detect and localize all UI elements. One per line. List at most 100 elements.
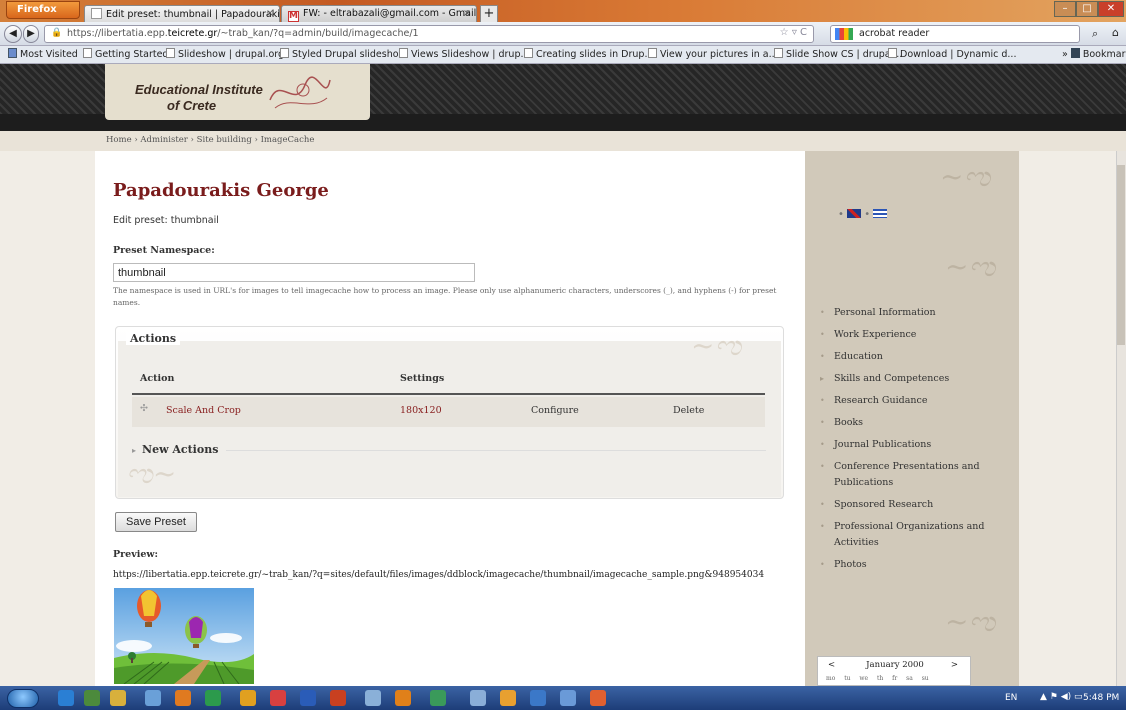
app-icon[interactable] bbox=[530, 690, 546, 706]
bookmark-item[interactable]: Download | Dynamic d... bbox=[888, 48, 1016, 60]
app-icon[interactable] bbox=[84, 690, 100, 706]
delete-link[interactable]: Delete bbox=[673, 405, 704, 416]
app-icon[interactable] bbox=[590, 690, 606, 706]
bookmark-item[interactable]: Most Visited bbox=[8, 48, 78, 60]
ie-icon[interactable] bbox=[58, 690, 74, 706]
bookmarks-menu[interactable]: » Bookmark bbox=[1062, 48, 1126, 60]
app-icon[interactable] bbox=[205, 690, 221, 706]
sidebar-item-photos[interactable]: • Photos bbox=[820, 557, 1010, 573]
gmail-icon: M bbox=[288, 11, 299, 22]
clock[interactable]: 5:48 PM bbox=[1083, 693, 1119, 703]
search-text: acrobat reader bbox=[859, 28, 930, 39]
app-icon[interactable] bbox=[145, 690, 161, 706]
word-icon[interactable] bbox=[300, 690, 316, 706]
app-icon[interactable] bbox=[365, 690, 381, 706]
page-icon bbox=[399, 48, 408, 58]
namespace-input[interactable] bbox=[113, 263, 475, 282]
bullet-icon: • bbox=[820, 308, 825, 317]
minimize-button[interactable]: – bbox=[1054, 1, 1076, 17]
bullet-icon: • bbox=[820, 396, 825, 405]
app-icon[interactable] bbox=[110, 690, 126, 706]
bookmark-item[interactable]: Creating slides in Drup... bbox=[524, 48, 654, 60]
app-icon[interactable] bbox=[430, 690, 446, 706]
calendar-next-button[interactable]: > bbox=[951, 660, 958, 670]
right-margin bbox=[1019, 151, 1126, 686]
separator-dot: • bbox=[861, 209, 874, 220]
bullet-icon: • bbox=[820, 440, 825, 449]
tab-gmail[interactable]: M FW: - eltrabazali@gmail.com - Gmail × bbox=[281, 5, 477, 22]
bookmark-item[interactable]: Views Slideshow | drup... bbox=[399, 48, 530, 60]
bookmark-item[interactable]: Slideshow | drupal.org bbox=[166, 48, 284, 60]
start-button[interactable] bbox=[7, 689, 39, 708]
maximize-button[interactable]: □ bbox=[1076, 1, 1098, 17]
language-indicator[interactable]: EN bbox=[1005, 693, 1017, 703]
firefox-menu-button[interactable]: Firefox bbox=[6, 1, 80, 19]
chevron-icon: » bbox=[1062, 49, 1071, 60]
header-action: Action bbox=[140, 373, 175, 384]
close-window-button[interactable]: ✕ bbox=[1098, 1, 1124, 17]
configure-link[interactable]: Configure bbox=[531, 405, 579, 416]
english-flag-icon[interactable] bbox=[847, 209, 862, 218]
page-icon bbox=[888, 48, 897, 58]
action-settings-link[interactable]: 180x120 bbox=[400, 405, 442, 416]
page-icon bbox=[83, 48, 92, 58]
sidebar-item-books[interactable]: • Books bbox=[820, 415, 1010, 431]
bookmark-item[interactable]: Styled Drupal slidesho... bbox=[280, 48, 407, 60]
save-preset-button[interactable]: Save Preset bbox=[115, 512, 197, 532]
app-icon[interactable] bbox=[240, 690, 256, 706]
site-logo[interactable]: Educational Institute of Crete bbox=[105, 64, 370, 120]
firefox-icon[interactable] bbox=[175, 690, 191, 706]
close-tab-icon[interactable]: × bbox=[266, 8, 274, 19]
close-tab-icon[interactable]: × bbox=[463, 8, 471, 19]
bookmark-star-icon[interactable]: ☆ ▿ C bbox=[780, 27, 807, 38]
bullet-icon: • bbox=[820, 352, 825, 361]
sidebar-item-sponsored-research[interactable]: • Sponsored Research bbox=[820, 497, 1010, 513]
breadcrumb[interactable]: Home › Administer › Site building › Imag… bbox=[106, 135, 314, 145]
bookmark-item[interactable]: View your pictures in a... bbox=[648, 48, 778, 60]
page-icon bbox=[774, 48, 783, 58]
sidebar-item-research-guidance[interactable]: • Research Guidance bbox=[820, 393, 1010, 409]
new-actions-toggle[interactable]: ▸ New Actions bbox=[132, 443, 218, 456]
page-title: Papadourakis George bbox=[113, 180, 329, 201]
search-icon[interactable]: ⌕ bbox=[1092, 27, 1098, 41]
site-header: Educational Institute of Crete bbox=[0, 64, 1126, 131]
sidebar-item-work-experience[interactable]: • Work Experience bbox=[820, 327, 1010, 343]
actions-table-header: Action Settings bbox=[132, 363, 765, 395]
scrollbar-thumb[interactable] bbox=[1117, 165, 1125, 345]
namespace-help-text: The namespace is used in URL's for image… bbox=[113, 286, 777, 307]
system-tray-icons[interactable]: ▲ ⚑ ◀) ▭ bbox=[1040, 692, 1083, 702]
bookmark-item[interactable]: Slide Show CS | drupal... bbox=[774, 48, 902, 60]
address-bar[interactable]: 🔒 https://libertatia.epp.teicrete.gr/~tr… bbox=[44, 25, 814, 43]
url-path: /~trab_kan/?q=admin/build/imagecache/1 bbox=[217, 28, 419, 39]
app-icon[interactable] bbox=[395, 690, 411, 706]
back-icon[interactable]: ◀ bbox=[4, 25, 22, 43]
sidebar-item-education[interactable]: • Education bbox=[820, 349, 1010, 365]
app-icon[interactable] bbox=[330, 690, 346, 706]
sidebar-item-journal-publications[interactable]: • Journal Publications bbox=[820, 437, 1010, 453]
app-icon[interactable] bbox=[560, 690, 576, 706]
swirl-ornament-icon: ~ಌ bbox=[940, 160, 991, 193]
bookmark-item[interactable]: Getting Started bbox=[83, 48, 168, 60]
calendar-weekdays: mo tu we th fr sa su bbox=[826, 675, 929, 682]
app-icon[interactable] bbox=[470, 690, 486, 706]
home-icon[interactable]: ⌂ bbox=[1112, 26, 1119, 39]
page-icon bbox=[166, 48, 175, 58]
sidebar-item-professional-organizations[interactable]: • Professional Organizations and Activiti… bbox=[820, 519, 1010, 551]
sidebar-item-personal-information[interactable]: • Personal Information bbox=[820, 305, 1010, 321]
tab-edit-preset[interactable]: Edit preset: thumbnail | Papadourakis...… bbox=[84, 5, 280, 22]
preview-image bbox=[114, 588, 254, 684]
divider bbox=[226, 450, 766, 451]
breadcrumb-strip: Home › Administer › Site building › Imag… bbox=[0, 131, 1126, 151]
sidebar-item-skills[interactable]: ▸ Skills and Competences bbox=[820, 371, 1010, 387]
calendar-widget: < January 2000 > mo tu we th fr sa su bbox=[817, 656, 971, 686]
greek-flag-icon[interactable] bbox=[873, 209, 888, 218]
forward-icon[interactable]: ▶ bbox=[23, 25, 39, 43]
search-box[interactable]: acrobat reader bbox=[830, 25, 1080, 43]
action-name-link[interactable]: Scale And Crop bbox=[166, 405, 241, 416]
search-engine-icon[interactable] bbox=[835, 28, 853, 40]
drag-handle-icon[interactable]: ✣ bbox=[140, 403, 148, 414]
app-icon[interactable] bbox=[270, 690, 286, 706]
sidebar-item-conference-presentations[interactable]: • Conference Presentations and Publicatio… bbox=[820, 459, 1010, 491]
app-icon[interactable] bbox=[500, 690, 516, 706]
new-tab-button[interactable]: + bbox=[480, 5, 498, 22]
